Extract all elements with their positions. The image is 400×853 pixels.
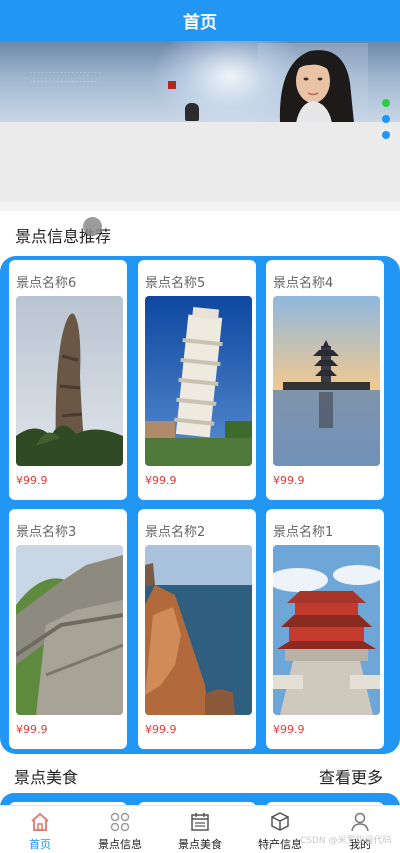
carousel-dot[interactable] — [382, 115, 390, 123]
food-section-title: 景点美食 — [14, 768, 79, 787]
attraction-price: ¥99.9 — [16, 723, 48, 736]
attraction-photo — [16, 296, 123, 466]
tab-attractions[interactable]: 景点信息 — [80, 806, 160, 853]
banner-portrait — [258, 43, 368, 122]
calendar-icon — [191, 813, 209, 831]
attraction-price: ¥99.9 — [145, 474, 177, 487]
attraction-name: 景点名称1 — [273, 525, 334, 540]
attraction-photo — [16, 545, 123, 715]
attractions-panel: 景点名称6 ¥99.9 景点名称5 ¥99.9 景点名称4 ¥99.9 景点名称… — [0, 256, 400, 754]
tab-food[interactable]: 景点美食 — [160, 806, 240, 853]
section-divider — [0, 202, 400, 211]
attraction-name: 景点名称2 — [145, 525, 206, 540]
banner-seal — [168, 81, 176, 89]
attraction-price: ¥99.9 — [273, 474, 305, 487]
tab-home[interactable]: 首页 — [0, 806, 80, 853]
attraction-card[interactable]: 景点名称1 ¥99.9 — [266, 509, 384, 749]
attraction-price: ¥99.9 — [145, 723, 177, 736]
attraction-name: 景点名称6 — [16, 276, 77, 291]
attraction-name: 景点名称3 — [16, 525, 77, 540]
carousel-dot[interactable] — [382, 99, 390, 107]
attraction-card[interactable]: 景点名称2 ¥99.9 — [138, 509, 256, 749]
page-title: 首页 — [183, 13, 217, 33]
carousel-banner[interactable]: · · · · · · · · · · · · · · · · · · · · ·… — [0, 41, 400, 122]
attraction-photo — [145, 296, 252, 466]
attraction-name: 景点名称4 — [273, 276, 334, 291]
home-icon — [31, 812, 49, 831]
attraction-card[interactable]: 景点名称4 ¥99.9 — [266, 260, 384, 500]
attraction-card[interactable]: 景点名称6 ¥99.9 — [9, 260, 127, 500]
attraction-card[interactable]: 景点名称3 ¥99.9 — [9, 509, 127, 749]
view-more-link[interactable]: 查看更多 — [319, 764, 383, 788]
touch-indicator — [83, 217, 102, 236]
carousel-dot[interactable] — [382, 131, 390, 139]
tab-label: 特产信息 — [258, 838, 302, 851]
grid-icon — [110, 812, 130, 832]
attraction-name: 景点名称5 — [145, 276, 206, 291]
user-icon — [351, 812, 369, 832]
carousel-placeholder — [0, 122, 400, 202]
attraction-price: ¥99.9 — [273, 723, 305, 736]
banner-figure — [185, 103, 199, 121]
box-icon — [271, 812, 289, 831]
watermark: CSDN @米罗毕设代码 — [300, 836, 392, 846]
page-header: 首页 — [0, 0, 400, 41]
attraction-price: ¥99.9 — [16, 474, 48, 487]
tab-label: 首页 — [29, 838, 51, 851]
carousel-dots — [382, 99, 390, 147]
attraction-photo — [273, 545, 380, 715]
attraction-card[interactable]: 景点名称5 ¥99.9 — [138, 260, 256, 500]
attraction-photo — [145, 545, 252, 715]
tab-label: 景点美食 — [178, 838, 222, 851]
tab-label: 景点信息 — [98, 838, 142, 851]
attraction-photo — [273, 296, 380, 466]
